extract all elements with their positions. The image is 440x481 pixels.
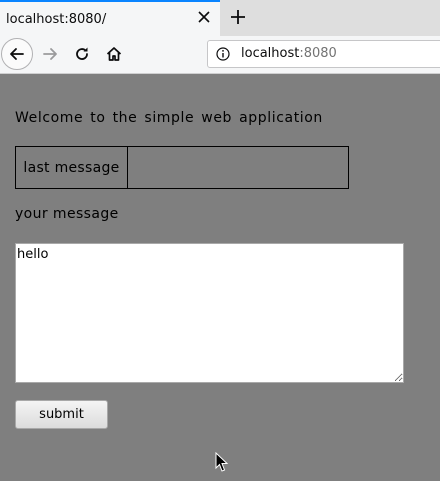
last-message-label: last message bbox=[16, 147, 128, 188]
tab-title: localhost:8080/ bbox=[6, 11, 107, 27]
mouse-cursor-icon bbox=[215, 452, 229, 472]
forward-arrow-icon bbox=[43, 48, 57, 60]
forward-button[interactable] bbox=[40, 44, 60, 64]
submit-button[interactable]: submit bbox=[15, 400, 108, 429]
your-message-label: your message bbox=[15, 206, 119, 222]
url-host: localhost bbox=[241, 46, 300, 61]
reload-button[interactable] bbox=[72, 44, 92, 64]
nav-bar: localhost:8080 bbox=[0, 36, 440, 74]
reload-icon bbox=[76, 47, 88, 60]
new-tab-icon[interactable] bbox=[228, 7, 248, 27]
close-icon[interactable] bbox=[196, 9, 212, 25]
back-button[interactable] bbox=[1, 38, 33, 70]
last-message-value bbox=[128, 147, 348, 188]
url-bar[interactable]: localhost:8080 bbox=[207, 40, 440, 68]
tab-active[interactable]: localhost:8080/ bbox=[0, 0, 220, 36]
home-button[interactable] bbox=[104, 44, 124, 64]
welcome-heading: Welcome to the simple web application bbox=[15, 110, 323, 126]
home-icon bbox=[106, 47, 122, 61]
back-arrow-icon bbox=[10, 48, 24, 60]
tab-strip: localhost:8080/ bbox=[0, 0, 440, 36]
last-message-table: last message bbox=[15, 146, 349, 189]
message-textarea[interactable]: hello bbox=[15, 243, 404, 383]
url-port: :8080 bbox=[299, 46, 337, 61]
info-icon[interactable] bbox=[216, 47, 230, 61]
url-text: localhost:8080 bbox=[241, 46, 337, 61]
